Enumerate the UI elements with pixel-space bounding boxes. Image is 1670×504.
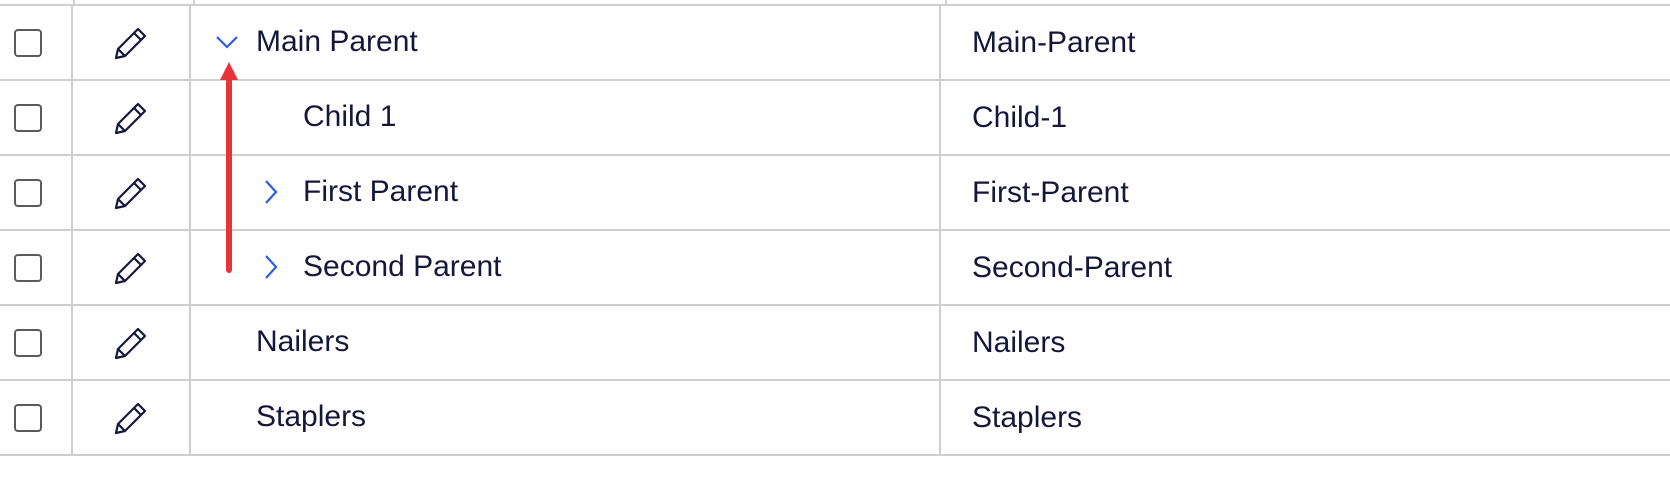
row-select-cell xyxy=(0,381,73,454)
pencil-icon[interactable] xyxy=(112,174,150,212)
code-cell: First-Parent xyxy=(941,156,1670,229)
pencil-icon[interactable] xyxy=(112,399,150,437)
row-code: Child-1 xyxy=(972,100,1068,134)
chevron-down-icon xyxy=(216,36,238,49)
row-select-cell xyxy=(0,6,73,79)
row-edit-cell xyxy=(73,381,191,454)
row-select-cell xyxy=(0,156,73,229)
expand-toggle[interactable] xyxy=(213,28,241,56)
row-name: First Parent xyxy=(303,175,459,208)
row-checkbox[interactable] xyxy=(14,103,42,132)
row-code: Staplers xyxy=(972,400,1083,434)
row-name: Staplers xyxy=(256,400,367,433)
row-select-cell xyxy=(0,306,73,379)
row-checkbox[interactable] xyxy=(14,178,42,207)
code-cell: Staplers xyxy=(941,381,1670,454)
expand-toggle[interactable] xyxy=(257,253,285,281)
code-cell: Main-Parent xyxy=(941,6,1670,79)
row-edit-cell xyxy=(73,306,191,379)
expand-toggle[interactable] xyxy=(257,178,285,206)
table-row: First Parent First-Parent xyxy=(0,156,1670,231)
pencil-icon[interactable] xyxy=(112,99,150,137)
table-row: Second Parent Second-Parent xyxy=(0,231,1670,306)
row-name: Child 1 xyxy=(303,100,397,133)
pencil-icon[interactable] xyxy=(112,324,150,362)
row-name: Main Parent xyxy=(256,25,418,58)
row-edit-cell xyxy=(73,81,191,154)
table-row: Child 1 Child-1 xyxy=(0,81,1670,156)
name-cell: Child 1 xyxy=(191,81,941,154)
table-row: Nailers Nailers xyxy=(0,306,1670,381)
code-cell: Child-1 xyxy=(941,81,1670,154)
row-checkbox[interactable] xyxy=(14,28,42,57)
row-code: Second-Parent xyxy=(972,250,1173,284)
name-cell: Staplers xyxy=(191,381,941,454)
row-code: Main-Parent xyxy=(972,25,1136,59)
row-code: First-Parent xyxy=(972,175,1129,209)
row-select-cell xyxy=(0,231,73,304)
row-edit-cell xyxy=(73,231,191,304)
chevron-right-icon xyxy=(265,180,278,204)
pencil-icon[interactable] xyxy=(112,249,150,287)
code-cell: Nailers xyxy=(941,306,1670,379)
row-name: Second Parent xyxy=(303,250,502,283)
row-code: Nailers xyxy=(972,325,1066,359)
code-cell: Second-Parent xyxy=(941,231,1670,304)
row-select-cell xyxy=(0,81,73,154)
table-row: Staplers Staplers xyxy=(0,381,1670,456)
row-checkbox[interactable] xyxy=(14,328,42,357)
name-cell: Nailers xyxy=(191,306,941,379)
row-checkbox[interactable] xyxy=(14,403,42,432)
row-checkbox[interactable] xyxy=(14,253,42,282)
row-edit-cell xyxy=(73,6,191,79)
chevron-right-icon xyxy=(265,255,278,279)
row-name: Nailers xyxy=(256,325,350,358)
tree-grid: Main Parent Main-Parent Child 1 Child-1 xyxy=(0,0,1670,456)
pencil-icon[interactable] xyxy=(112,24,150,62)
row-edit-cell xyxy=(73,156,191,229)
name-cell: Main Parent xyxy=(191,6,941,79)
name-cell: First Parent xyxy=(191,156,941,229)
name-cell: Second Parent xyxy=(191,231,941,304)
table-row: Main Parent Main-Parent xyxy=(0,6,1670,81)
